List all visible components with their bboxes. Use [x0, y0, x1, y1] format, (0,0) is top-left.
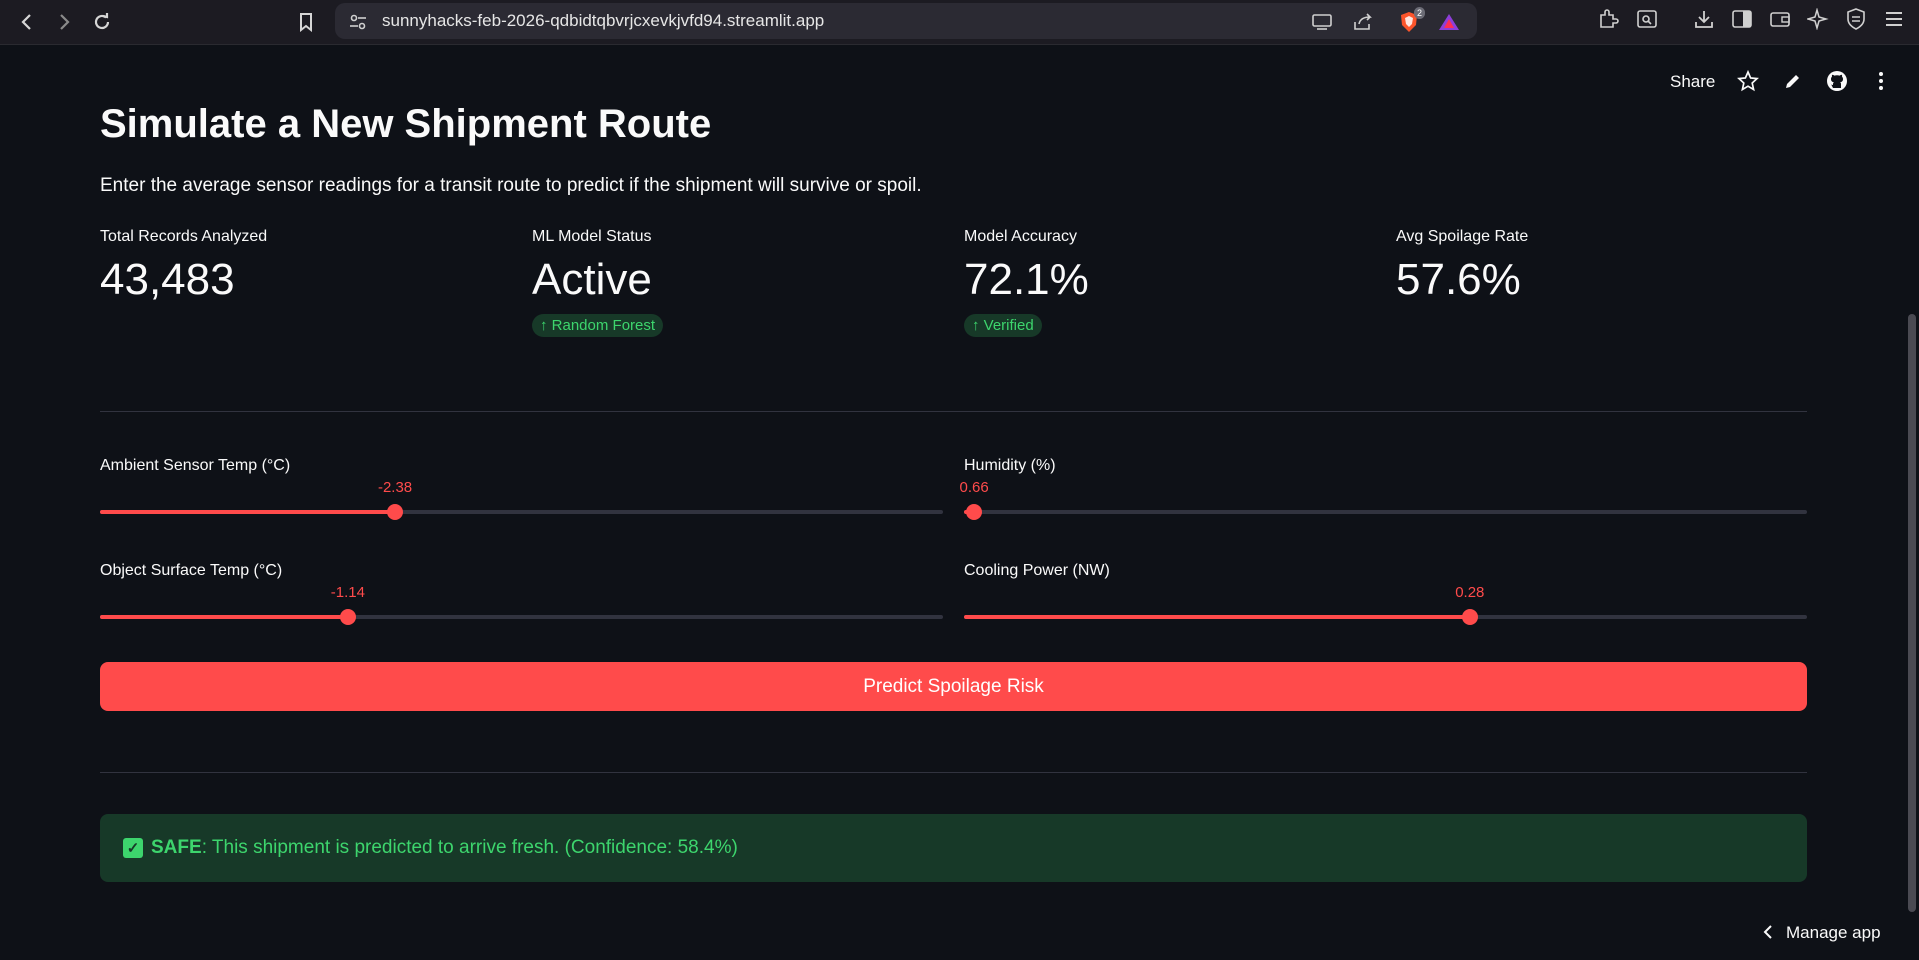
sidebar-icon[interactable]: [1730, 7, 1754, 31]
slider-track[interactable]: 0.66: [960, 479, 1807, 520]
slider-value: 0.66: [959, 479, 989, 496]
share-page-icon[interactable]: [1351, 10, 1375, 34]
more-options-icon[interactable]: [1868, 68, 1894, 94]
slider-label: Object Surface Temp (°C): [100, 562, 283, 579]
forward-icon[interactable]: [50, 8, 78, 36]
slider-fill: [100, 615, 348, 619]
metric-delta-badge: ↑ Verified: [964, 314, 1042, 337]
wallet-icon[interactable]: [1768, 7, 1792, 31]
result-message: : This shipment is predicted to arrive f…: [201, 837, 738, 858]
metric-total-records: Total Records Analyzed 43,483: [100, 228, 267, 306]
extensions-icon[interactable]: [1596, 7, 1620, 31]
manage-app-label: Manage app: [1786, 923, 1881, 942]
star-icon[interactable]: [1735, 68, 1761, 94]
scrollbar-thumb[interactable]: [1908, 314, 1916, 912]
reload-icon[interactable]: [88, 8, 116, 36]
slider-value: -2.38: [377, 479, 413, 496]
slider-fill: [100, 510, 396, 514]
slider-track[interactable]: 0.28: [964, 584, 1807, 625]
metric-label: Total Records Analyzed: [100, 228, 268, 245]
back-icon[interactable]: [13, 8, 41, 36]
metric-spoilage-rate: Avg Spoilage Rate 57.6%: [1396, 228, 1528, 306]
brave-rewards-icon[interactable]: [1437, 10, 1461, 34]
address-bar[interactable]: sunnyhacks-feb-2026-qdbidtqbvrjcxevkjvfd…: [335, 3, 1477, 39]
menu-icon[interactable]: [1882, 7, 1906, 31]
metric-value: Active: [532, 255, 652, 304]
slider-label: Ambient Sensor Temp (°C): [100, 457, 291, 474]
scrollbar[interactable]: [1905, 44, 1919, 960]
result-content: ✓ SAFE : This shipment is predicted to a…: [123, 837, 738, 859]
metric-value: 43,483: [100, 255, 235, 304]
slider-label: Cooling Power (NW): [964, 562, 1110, 579]
metric-label: Avg Spoilage Rate: [1396, 228, 1529, 245]
share-button[interactable]: Share: [1670, 72, 1715, 92]
result-status: SAFE: [151, 837, 202, 858]
brave-badge: 2: [1413, 7, 1425, 19]
cast-icon[interactable]: [1310, 10, 1334, 34]
slider-value: 0.28: [1455, 584, 1485, 601]
slider-value: -1.14: [330, 584, 365, 601]
url-text[interactable]: sunnyhacks-feb-2026-qdbidtqbvrjcxevkjvfd…: [382, 11, 824, 31]
slider-fill: [964, 615, 1470, 619]
metric-label: ML Model Status: [532, 228, 652, 245]
slider-label: Humidity (%): [964, 457, 1056, 474]
slider-humidity[interactable]: Humidity (%) 0.66: [960, 457, 1807, 520]
slider-track[interactable]: -2.38: [100, 479, 943, 520]
metric-value: 72.1%: [964, 255, 1089, 304]
metric-model-status: ML Model Status Active ↑ Random Forest: [532, 228, 664, 337]
slider-thumb[interactable]: [966, 504, 983, 520]
edit-icon[interactable]: [1780, 68, 1806, 94]
metric-delta-badge: ↑ Random Forest: [532, 314, 664, 337]
slider-cooling-power[interactable]: Cooling Power (NW) 0.28: [964, 562, 1807, 625]
vpn-icon[interactable]: [1844, 7, 1868, 31]
browser-toolbar: sunnyhacks-feb-2026-qdbidtqbvrjcxevkjvfd…: [0, 0, 1919, 45]
page-subtitle: Enter the average sensor readings for a …: [100, 175, 922, 196]
predict-spoilage-button[interactable]: Predict Spoilage Risk: [100, 662, 1807, 711]
divider: [100, 411, 1807, 412]
bookmark-icon[interactable]: [292, 8, 320, 36]
site-settings-icon[interactable]: [346, 10, 370, 34]
metric-model-accuracy: Model Accuracy 72.1% ↑ Verified: [964, 228, 1089, 337]
result-alert: ✓ SAFE : This shipment is predicted to a…: [100, 814, 1807, 882]
brave-shield-icon[interactable]: 2: [1397, 7, 1425, 34]
leo-ai-icon[interactable]: [1806, 7, 1830, 31]
chevron-left-icon: [1763, 925, 1772, 939]
slider-thumb[interactable]: [339, 609, 356, 625]
manage-app-button[interactable]: Manage app: [1762, 923, 1881, 943]
slider-thumb[interactable]: [1461, 609, 1478, 625]
downloads-icon[interactable]: [1692, 7, 1716, 31]
slider-ambient-temp[interactable]: Ambient Sensor Temp (°C) -2.38: [100, 457, 943, 520]
check-icon: ✓: [123, 838, 143, 858]
reader-mode-icon[interactable]: [1635, 7, 1659, 31]
metric-label: Model Accuracy: [964, 228, 1077, 245]
slider-surface-temp[interactable]: Object Surface Temp (°C) -1.14: [100, 562, 943, 625]
slider-thumb[interactable]: [387, 504, 404, 520]
page-title: Simulate a New Shipment Route: [100, 102, 712, 146]
divider: [100, 772, 1807, 773]
github-icon[interactable]: [1824, 68, 1850, 94]
metric-value: 57.6%: [1396, 255, 1521, 304]
slider-track[interactable]: -1.14: [100, 584, 943, 625]
